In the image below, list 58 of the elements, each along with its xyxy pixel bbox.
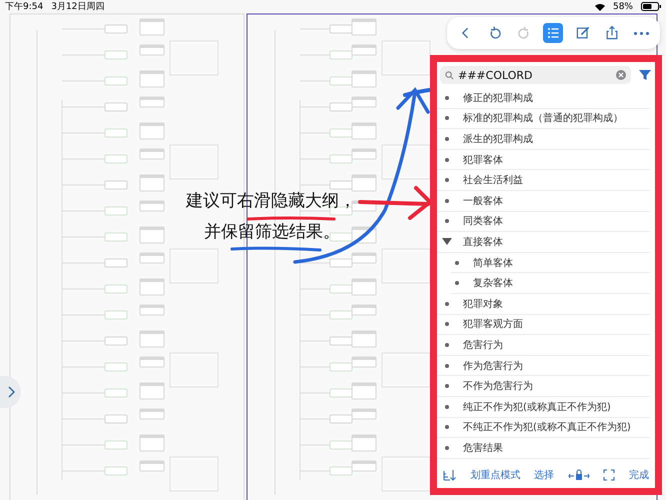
bullet-icon: [445, 404, 449, 409]
outline-item[interactable]: 犯罪客体: [437, 150, 650, 170]
bullet-icon: [445, 384, 449, 388]
sort-icon[interactable]: [443, 469, 457, 481]
outline-item[interactable]: 危害结果: [437, 438, 650, 459]
outline-item[interactable]: 作为危害行为: [437, 356, 650, 376]
fit-icon[interactable]: [603, 469, 616, 481]
bullet-icon: [445, 302, 449, 306]
share-icon: [604, 25, 620, 41]
lock-icon[interactable]: [568, 469, 590, 481]
toolbar-button[interactable]: 选择: [534, 468, 554, 482]
bullet-icon: [445, 96, 449, 100]
bullet-icon: [445, 425, 449, 430]
edit-icon: [574, 25, 591, 41]
outline-item[interactable]: 一般客体: [437, 190, 650, 212]
outline-item[interactable]: 同类客体: [437, 212, 650, 232]
disclosure-triangle-icon[interactable]: [442, 238, 452, 246]
toolbar-button[interactable]: 完成: [628, 468, 649, 482]
bullet-icon: [445, 198, 449, 203]
list-button[interactable]: [543, 23, 564, 43]
search-icon: [445, 70, 454, 80]
outline-item[interactable]: 不作为危害行为: [437, 376, 650, 397]
outline-item[interactable]: 不纯正不作为犯(或称不真正不作为犯): [437, 418, 650, 438]
clear-icon[interactable]: [616, 70, 626, 80]
outline-item[interactable]: 派生的犯罪构成: [437, 129, 650, 150]
bullet-icon: [445, 446, 449, 450]
outline-item[interactable]: 犯罪对象: [437, 294, 650, 315]
search-input[interactable]: ###COLORD: [458, 68, 612, 82]
status-date: 3月12日周四: [51, 1, 104, 13]
outline-item[interactable]: 危害行为: [437, 335, 650, 356]
bullet-icon: [455, 281, 459, 286]
outline-item[interactable]: 复杂客体: [451, 273, 650, 294]
outline-item[interactable]: 修正的犯罪构成: [437, 88, 650, 109]
outline-item[interactable]: 标准的犯罪构成（普通的犯罪构成）: [437, 108, 650, 130]
more-icon: [634, 32, 649, 34]
toolbar-button[interactable]: 划重点模式: [470, 468, 521, 482]
chevron-right-icon: [6, 386, 14, 398]
outline-item[interactable]: 直接客体: [437, 232, 650, 253]
bullet-icon: [445, 219, 449, 224]
bullet-icon: [445, 136, 449, 141]
outline-item[interactable]: 简单客体: [451, 252, 650, 274]
bullet-icon: [445, 116, 449, 120]
bullet-icon: [445, 178, 449, 182]
status-time: 下午9:54: [5, 0, 44, 13]
list-icon: [545, 25, 562, 41]
search-field[interactable]: ###COLORD: [440, 66, 631, 84]
bullet-icon: [455, 260, 459, 265]
battery-percent: 58%: [612, 2, 633, 12]
outline-item[interactable]: 社会生活利益: [437, 170, 650, 191]
outline-item[interactable]: 犯罪客观方面: [437, 314, 650, 336]
battery-icon: [641, 2, 661, 11]
wifi-icon: [594, 2, 605, 10]
filter-icon[interactable]: [639, 69, 651, 81]
bullet-icon: [445, 158, 449, 162]
bullet-icon: [445, 342, 449, 347]
bullet-icon: [445, 322, 449, 326]
bullet-icon: [445, 364, 449, 368]
outline-item[interactable]: 纯正不作为犯(或称真正不作为犯): [437, 396, 650, 418]
